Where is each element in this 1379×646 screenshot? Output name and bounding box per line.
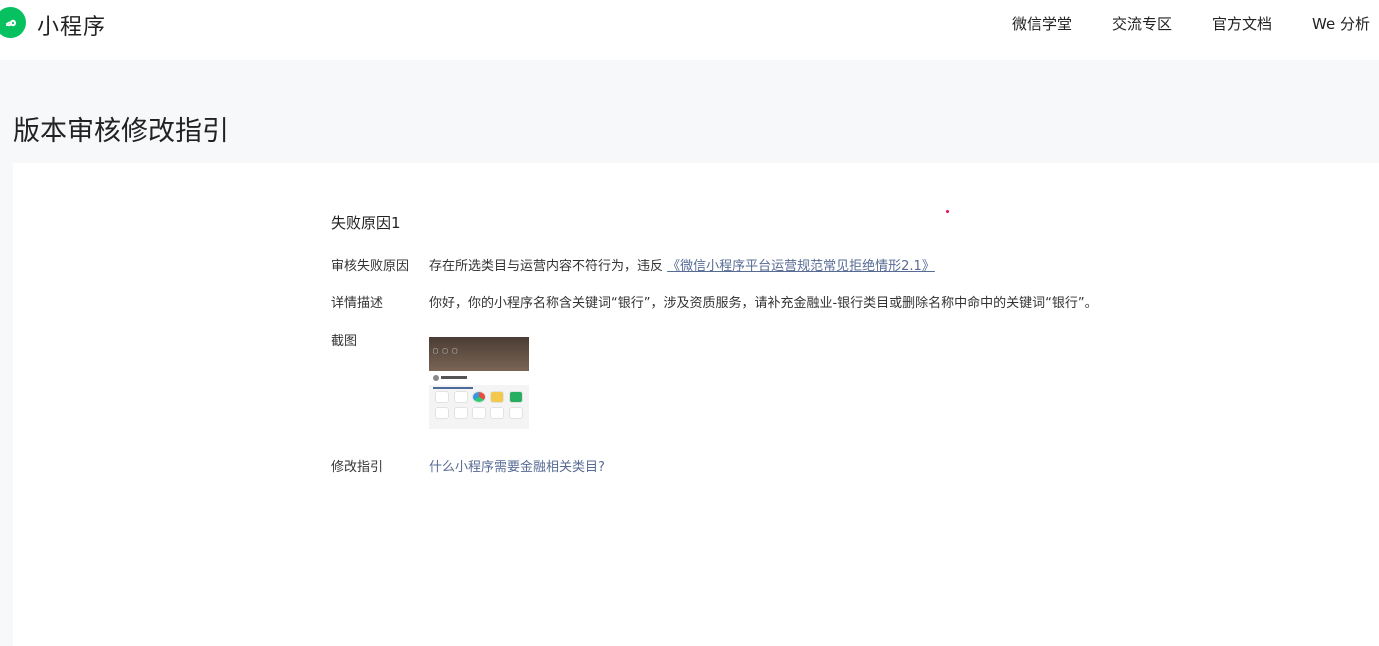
page-title: 版本审核修改指引 (13, 116, 229, 147)
thumbnail-cancel-bar (429, 429, 529, 437)
nav-item-community[interactable]: 交流专区 (1112, 13, 1172, 34)
top-bar: 小程序 微信学堂 交流专区 官方文档 We 分析 (0, 0, 1379, 60)
policy-link[interactable]: 《微信小程序平台运营规范常见拒绝情形2.1》 (667, 259, 935, 274)
nav-item-we-analytics[interactable]: We 分析 (1312, 13, 1370, 34)
thumbnail-title-row (429, 371, 529, 385)
reason-value: 存在所选类目与运营内容不符行为，违反 《微信小程序平台运营规范常见拒绝情形2.1… (429, 255, 935, 274)
reason-text: 存在所选类目与运营内容不符行为，违反 (429, 259, 664, 274)
brand-title[interactable]: 小程序 (37, 9, 106, 41)
thumbnail-link-line (433, 387, 473, 389)
nav-item-wechat-academy[interactable]: 微信学堂 (1012, 13, 1072, 34)
guide-link[interactable]: 什么小程序需要金融相关类目? (429, 456, 605, 475)
failure-section-title: 失败原因1 (331, 214, 401, 232)
thumbnail-icon-grid (433, 392, 525, 418)
reason-label: 审核失败原因 (331, 259, 410, 274)
thumbnail-header-image: ▢ ▢ ▢ (429, 337, 529, 371)
mini-program-logo-icon[interactable] (0, 7, 26, 38)
top-nav: 微信学堂 交流专区 官方文档 We 分析 (1012, 13, 1379, 34)
review-card (13, 163, 1379, 646)
decorative-dot (946, 210, 949, 213)
detail-label: 详情描述 (331, 296, 384, 311)
screenshot-thumbnail[interactable]: ▢ ▢ ▢ (429, 337, 529, 437)
nav-item-docs[interactable]: 官方文档 (1212, 13, 1272, 34)
screenshot-label: 截图 (331, 334, 358, 349)
detail-text: 你好，你的小程序名称含关键词“银行”，涉及资质服务，请补充金融业-银行类目或删除… (429, 296, 1098, 311)
guide-label: 修改指引 (331, 460, 384, 475)
